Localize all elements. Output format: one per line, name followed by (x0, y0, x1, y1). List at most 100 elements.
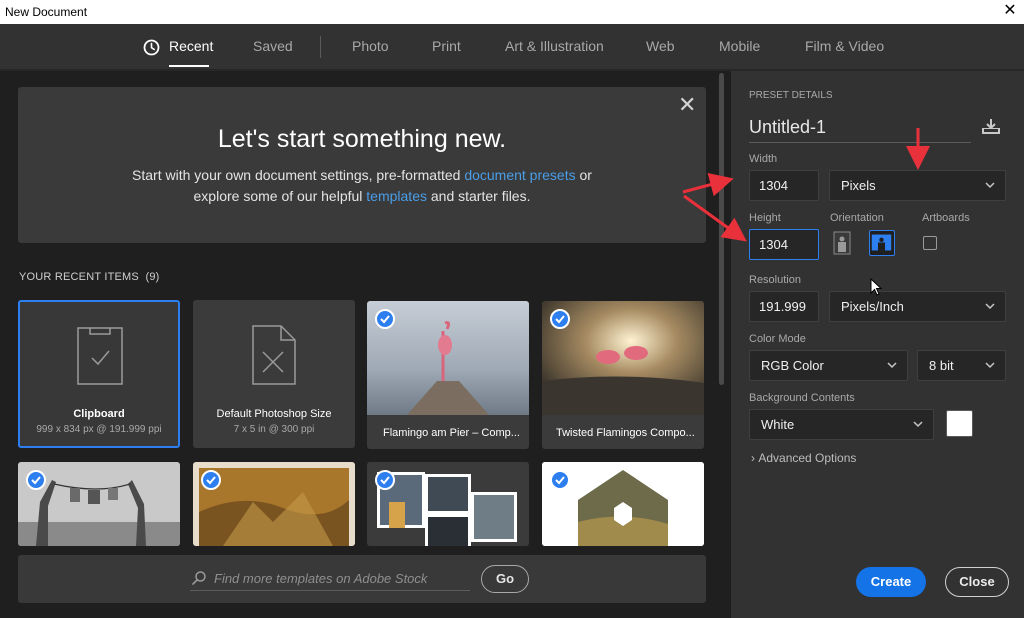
chevron-down-icon (985, 182, 995, 189)
check-icon (555, 476, 565, 485)
clipboard-icon (77, 327, 123, 385)
bit-depth-dropdown[interactable]: 8 bit (917, 350, 1006, 381)
checkmark-badge (550, 470, 570, 490)
width-input[interactable]: 1304 (749, 170, 819, 201)
resolution-unit-dropdown[interactable]: Pixels/Inch (829, 291, 1006, 322)
check-icon (380, 476, 390, 485)
recent-item-label: Flamingo am Pier – Comp... (383, 427, 520, 439)
check-icon (206, 476, 216, 485)
checkmark-badge (375, 309, 395, 329)
resolution-unit-value: Pixels/Inch (841, 299, 904, 314)
recent-item-clipboard[interactable]: Clipboard 999 x 834 px @ 191.999 ppi (18, 300, 180, 448)
resolution-input[interactable]: 191.999 (749, 291, 819, 322)
recent-item-label: Twisted Flamingos Compo... (556, 427, 695, 439)
tab-print[interactable]: Print (432, 38, 461, 54)
recent-item-giraffes[interactable] (18, 462, 180, 546)
welcome-line-1: Start with your own document settings, p… (18, 167, 706, 183)
orientation-label: Orientation (830, 212, 884, 224)
height-input[interactable]: 1304 (749, 229, 819, 260)
checkmark-badge (26, 470, 46, 490)
landscape-icon (871, 234, 892, 251)
welcome-text: or (575, 167, 592, 183)
welcome-text: and starter files. (426, 188, 531, 204)
tab-web[interactable]: Web (646, 38, 675, 54)
stock-search-input[interactable] (190, 567, 470, 591)
background-color-swatch[interactable] (946, 410, 973, 437)
close-banner-button[interactable]: ✕ (678, 94, 696, 116)
chevron-right-icon: › (751, 451, 755, 465)
window-close-button[interactable]: ✕ (1002, 2, 1018, 20)
width-unit-dropdown[interactable]: Pixels (829, 170, 1006, 201)
check-icon (380, 315, 390, 324)
go-button[interactable]: Go (481, 565, 529, 593)
recent-items-header: YOUR RECENT ITEMS (9) (19, 271, 160, 283)
checkmark-badge (550, 309, 570, 329)
document-name-field[interactable]: Untitled-1 (749, 115, 971, 143)
recent-item-flamingo-pier[interactable]: Flamingo am Pier – Comp... (367, 301, 529, 449)
tab-divider (320, 36, 321, 58)
recent-items-count: (9) (145, 271, 160, 283)
recent-item-default-size[interactable]: Default Photoshop Size 7 x 5 in @ 300 pp… (193, 300, 355, 448)
preset-details-title: PRESET DETAILS (749, 90, 833, 101)
welcome-text: Start with your own document settings, p… (132, 167, 465, 183)
height-label: Height (749, 212, 781, 224)
mouse-cursor-icon (870, 278, 882, 296)
welcome-line-2: explore some of our helpful templates an… (18, 188, 706, 204)
recent-item-vintage-village[interactable] (193, 462, 355, 546)
document-ruler-icon (252, 325, 296, 385)
resolution-label: Resolution (749, 274, 801, 286)
recent-panel: ✕ Let's start something new. Start with … (0, 71, 730, 618)
recent-item-label: Clipboard (73, 408, 125, 420)
tab-film-video[interactable]: Film & Video (805, 38, 884, 54)
stock-search-bar: Go (18, 555, 706, 603)
document-presets-link[interactable]: document presets (464, 167, 575, 183)
artboards-checkbox[interactable] (923, 236, 937, 250)
bit-depth-value: 8 bit (929, 358, 954, 373)
background-contents-value: White (761, 417, 795, 432)
welcome-heading: Let's start something new. (217, 125, 507, 153)
active-tab-indicator (169, 65, 209, 67)
color-mode-value: RGB Color (761, 358, 824, 373)
background-contents-dropdown[interactable]: White (749, 409, 934, 440)
recent-item-twisted-flamingos[interactable]: Twisted Flamingos Compo... (542, 301, 704, 449)
create-button[interactable]: Create (856, 567, 926, 597)
tab-mobile[interactable]: Mobile (719, 38, 760, 54)
category-tab-bar: Recent Saved Photo Print Art & Illustrat… (0, 24, 1024, 70)
width-label: Width (749, 153, 778, 165)
checkmark-badge (375, 470, 395, 490)
close-button[interactable]: Close (945, 567, 1009, 597)
recent-item-label: Default Photoshop Size (216, 408, 332, 420)
recent-item-size: 999 x 834 px @ 191.999 ppi (36, 424, 162, 435)
checkmark-badge (201, 470, 221, 490)
chevron-down-icon (985, 303, 995, 310)
save-preset-icon[interactable] (980, 118, 1002, 136)
tab-saved[interactable]: Saved (253, 38, 293, 54)
check-icon (555, 315, 565, 324)
chevron-down-icon (887, 362, 897, 369)
window-titlebar: New Document ✕ (0, 0, 1024, 24)
templates-link[interactable]: templates (366, 188, 427, 204)
landscape-orientation-button[interactable] (869, 230, 895, 256)
tab-recent[interactable]: Recent (169, 38, 213, 54)
recent-items-title: YOUR RECENT ITEMS (19, 271, 139, 283)
recent-item-size: 7 x 5 in @ 300 ppi (233, 424, 315, 435)
preset-details-panel: PRESET DETAILS Untitled-1 Width 1304 Pix… (730, 71, 1024, 618)
color-mode-label: Color Mode (749, 333, 806, 345)
check-icon (31, 476, 41, 485)
recent-item-city-collage[interactable] (367, 462, 529, 546)
chevron-down-icon (913, 421, 923, 428)
scrollbar-thumb[interactable] (719, 73, 724, 385)
welcome-text: explore some of our helpful (193, 188, 367, 204)
welcome-banner: ✕ Let's start something new. Start with … (18, 87, 706, 243)
window-title: New Document (5, 5, 88, 19)
advanced-options-label: Advanced Options (758, 451, 857, 465)
portrait-orientation-button[interactable] (829, 230, 855, 256)
recent-item-house-landscape[interactable] (542, 462, 704, 546)
color-mode-dropdown[interactable]: RGB Color (749, 350, 908, 381)
advanced-options-toggle[interactable]: › Advanced Options (751, 451, 856, 465)
width-unit-value: Pixels (841, 178, 876, 193)
tab-photo[interactable]: Photo (352, 38, 389, 54)
background-contents-label: Background Contents (749, 392, 855, 404)
tab-art-illustration[interactable]: Art & Illustration (505, 38, 604, 54)
chevron-down-icon (985, 362, 995, 369)
